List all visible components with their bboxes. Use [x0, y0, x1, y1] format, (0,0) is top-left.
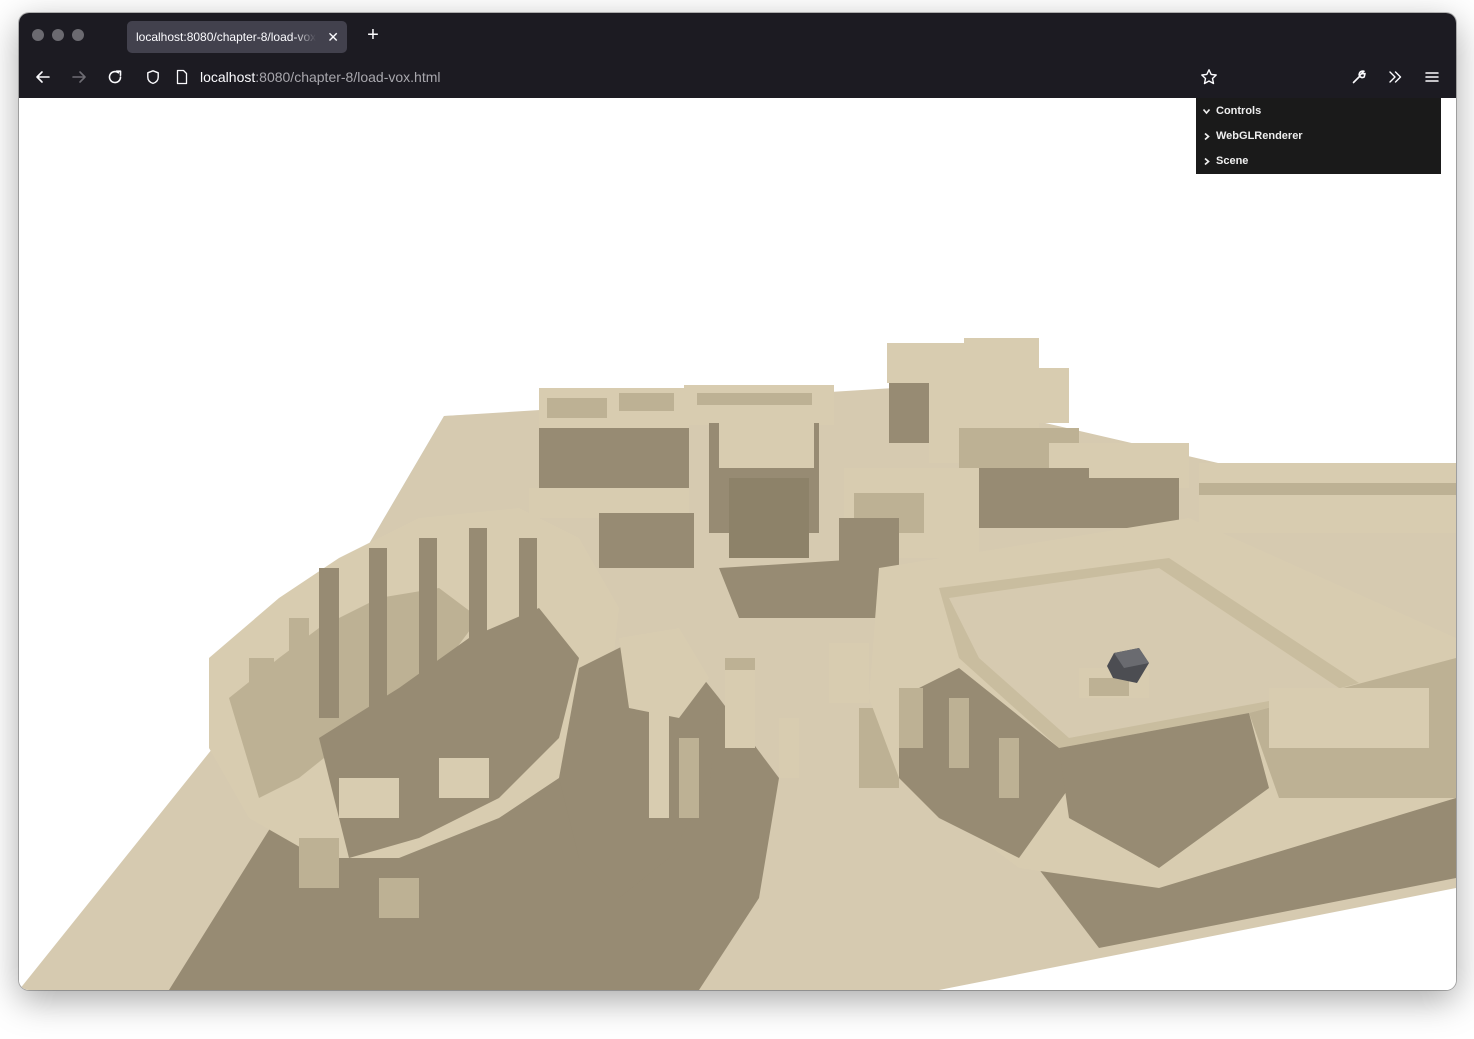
browser-window: localhost:8080/chapter-8/load-vox.html ✕… — [19, 13, 1456, 990]
voxel-scene — [19, 338, 1456, 990]
navigation-toolbar: localhost:8080/chapter-8/load-vox.html — [19, 57, 1456, 98]
shield-icon[interactable] — [141, 65, 165, 89]
chevron-down-icon — [1202, 108, 1211, 114]
chevron-right-icon — [1204, 157, 1210, 166]
url-host: localhost — [200, 69, 256, 85]
gui-folder-webglrenderer[interactable]: WebGLRenderer — [1196, 124, 1441, 149]
tab-title: localhost:8080/chapter-8/load-vox.html — [136, 30, 316, 44]
page-icon — [170, 65, 194, 89]
close-window-button[interactable] — [32, 29, 44, 41]
gui-folder-controls[interactable]: Controls — [1196, 98, 1441, 124]
star-icon[interactable] — [1197, 65, 1221, 89]
chevrons-right-icon[interactable] — [1383, 65, 1407, 89]
webgl-canvas[interactable]: Controls WebGLRenderer Scene — [19, 98, 1456, 990]
reload-icon[interactable] — [103, 65, 127, 89]
tab-bar: localhost:8080/chapter-8/load-vox.html ✕… — [19, 13, 1456, 57]
building-far-left — [539, 388, 689, 498]
forward-arrow-icon[interactable] — [67, 65, 91, 89]
zoom-window-button[interactable] — [72, 29, 84, 41]
dat-gui-panel: Controls WebGLRenderer Scene — [1196, 98, 1441, 174]
gui-folder-label: Controls — [1216, 104, 1262, 117]
wrench-icon[interactable] — [1347, 65, 1371, 89]
hamburger-menu-icon[interactable] — [1420, 65, 1444, 89]
close-icon[interactable]: ✕ — [327, 21, 339, 53]
gui-folder-scene[interactable]: Scene — [1196, 149, 1441, 174]
pillar — [779, 718, 799, 778]
gui-folder-label: Scene — [1216, 155, 1249, 167]
chevron-right-icon — [1204, 132, 1210, 141]
pillar — [725, 668, 755, 748]
back-arrow-icon[interactable] — [31, 65, 55, 89]
minimize-window-button[interactable] — [52, 29, 64, 41]
address-bar[interactable]: localhost:8080/chapter-8/load-vox.html — [200, 69, 440, 85]
browser-tab[interactable]: localhost:8080/chapter-8/load-vox.html ✕ — [127, 21, 347, 53]
pillar — [829, 643, 869, 703]
pillar — [725, 658, 755, 670]
gui-folder-label: WebGLRenderer — [1216, 130, 1303, 142]
url-path: :8080/chapter-8/load-vox.html — [255, 69, 441, 85]
plus-icon[interactable]: + — [361, 23, 385, 47]
